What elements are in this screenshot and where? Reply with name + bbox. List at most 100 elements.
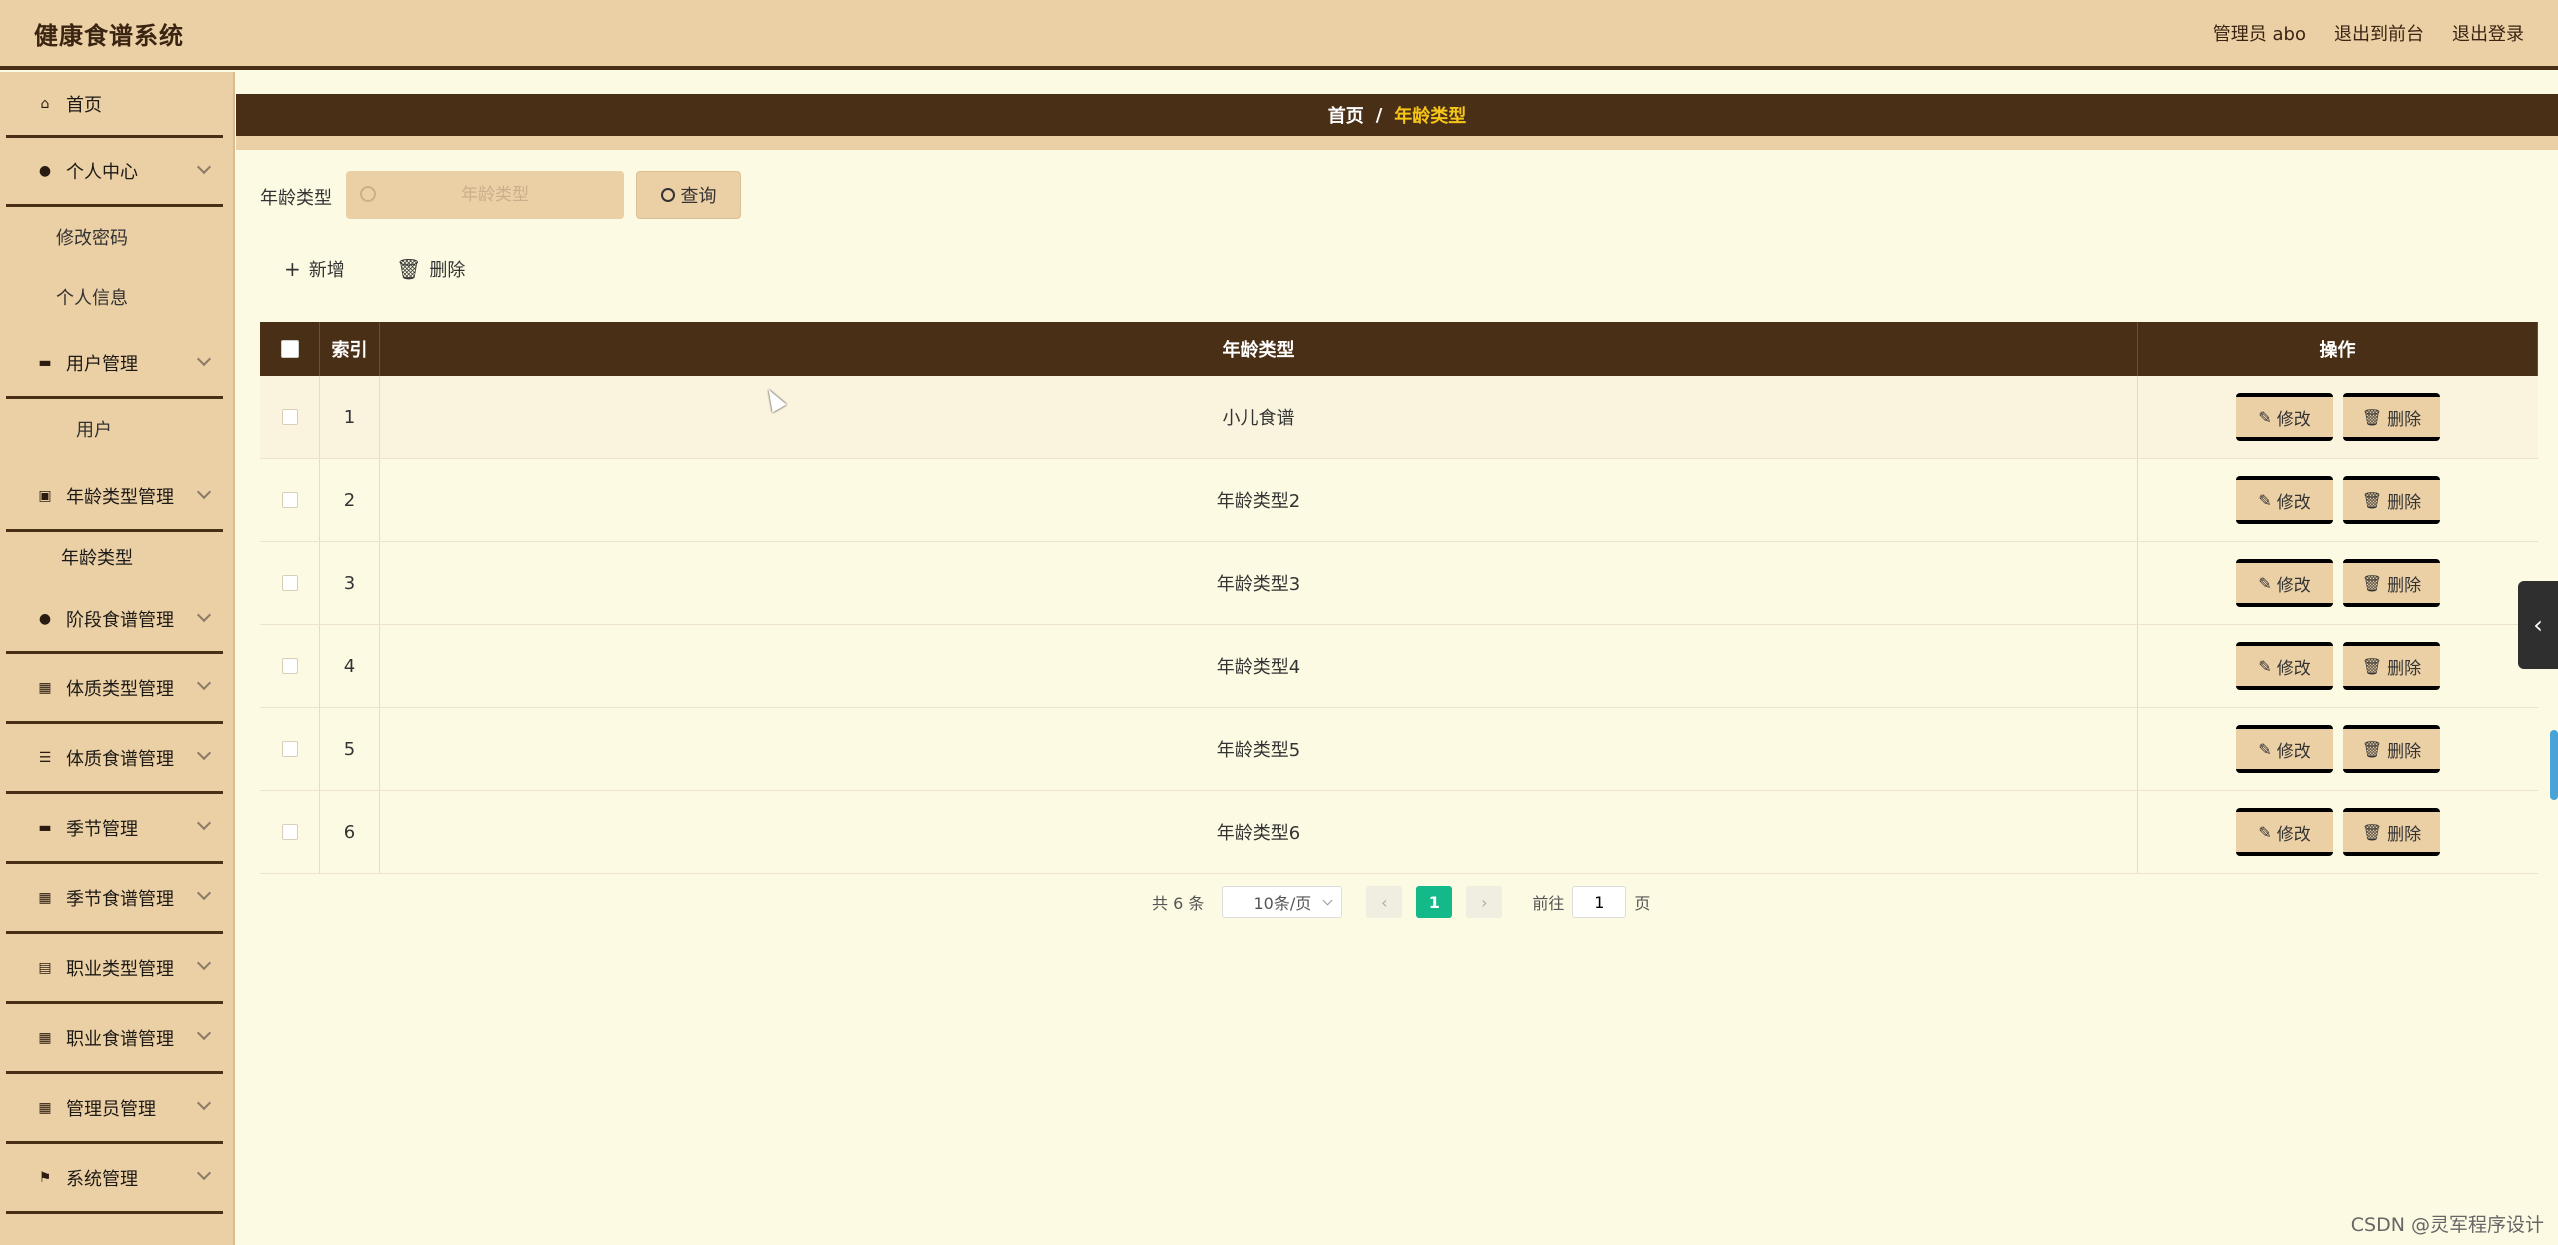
sidebar-item-home[interactable]: ⌂ 首页: [6, 72, 223, 138]
row-age-type: 年龄类型3: [380, 542, 2138, 624]
delete-button-label: 删除: [429, 260, 466, 281]
app-title: 健康食谱系统: [34, 21, 184, 50]
chevron-down-icon: [196, 745, 212, 761]
trash-icon: 🗑: [396, 257, 422, 281]
trash-icon: 🗑: [2361, 739, 2383, 759]
row-index: 5: [320, 708, 380, 790]
sidebar-item-label: 用户管理: [66, 354, 138, 375]
delete-button[interactable]: 🗑 删除: [2343, 725, 2440, 773]
trash-icon: 🗑: [2361, 656, 2383, 676]
page-size-select[interactable]: 10条/页: [1222, 886, 1343, 918]
sidebar-item-personal-center[interactable]: ● 个人中心: [6, 138, 223, 207]
chevron-left-icon: ‹: [2533, 611, 2543, 639]
row-index: 3: [320, 542, 380, 624]
trash-icon: 🗑: [2361, 822, 2383, 842]
row-age-type: 年龄类型2: [380, 459, 2138, 541]
sidebar-item-label: 体质食谱管理: [66, 748, 174, 770]
row-index: 2: [320, 459, 380, 541]
trash-icon: 🗑: [2361, 407, 2383, 427]
goto-page-input[interactable]: [1572, 886, 1627, 918]
sidebar-item-label: 管理员管理: [66, 1098, 156, 1120]
row-checkbox[interactable]: [281, 658, 298, 674]
add-button-label: 新增: [308, 260, 345, 281]
table-row: 4 年龄类型4 ✎ 修改 🗑 删除: [260, 625, 2538, 708]
row-checkbox[interactable]: [281, 575, 298, 591]
home-icon: ⌂: [40, 95, 50, 112]
sliders-icon: ☰: [38, 749, 52, 766]
search-input[interactable]: [346, 171, 624, 219]
delete-button[interactable]: 🗑 删除: [2343, 808, 2440, 856]
edit-button[interactable]: ✎ 修改: [2236, 476, 2333, 524]
sidebar-item-label: 体质类型管理: [66, 678, 174, 700]
edit-icon: ✎: [2258, 739, 2272, 759]
next-page-button[interactable]: ›: [1466, 886, 1503, 918]
front-link[interactable]: 退出到前台: [2334, 20, 2424, 46]
delete-button[interactable]: 🗑 删除: [2343, 393, 2440, 441]
sidebar-item-user-mgmt[interactable]: ▬ 用户管理: [6, 330, 223, 399]
sidebar: ⌂ 首页 ● 个人中心 修改密码 个人信息 ▬ 用户管理 用户 ▣ 年龄类型管理…: [0, 72, 235, 1245]
sidebar-item-label: 阶段食谱管理: [66, 609, 174, 631]
table-row: 5 年龄类型5 ✎ 修改 🗑 删除: [260, 708, 2538, 791]
edit-button[interactable]: ✎ 修改: [2236, 642, 2333, 690]
clipboard-icon: ▣: [38, 488, 52, 504]
sidebar-item-system-mgmt[interactable]: ⚑ 系统管理: [6, 1144, 223, 1214]
delete-button[interactable]: 🗑 删除: [2343, 559, 2440, 607]
chevron-down-icon: [196, 815, 212, 831]
grid-icon: ▦: [38, 679, 52, 696]
monitor-icon: ▬: [38, 819, 52, 836]
sidebar-item-constitution-type-mgmt[interactable]: ▦ 体质类型管理: [6, 654, 223, 724]
query-button[interactable]: 查询: [636, 171, 741, 219]
edit-button[interactable]: ✎ 修改: [2236, 808, 2333, 856]
sidebar-item-stage-recipe-mgmt[interactable]: ● 阶段食谱管理: [6, 586, 223, 654]
sidebar-item-season-recipe-mgmt[interactable]: ▦ 季节食谱管理: [6, 864, 223, 934]
logout-link[interactable]: 退出登录: [2452, 20, 2524, 46]
edit-button[interactable]: ✎ 修改: [2236, 393, 2333, 441]
grid-icon: ▦: [38, 889, 52, 906]
sidebar-item-label: 系统管理: [66, 1168, 138, 1190]
chevron-down-icon: [196, 1165, 212, 1181]
row-checkbox[interactable]: [281, 741, 298, 757]
table-row: 6 年龄类型6 ✎ 修改 🗑 删除: [260, 791, 2538, 874]
chevron-down-icon: [196, 1095, 212, 1111]
page-number-current[interactable]: 1: [1416, 886, 1453, 918]
scrollbar[interactable]: [2550, 730, 2558, 800]
trash-icon: 🗑: [2361, 490, 2383, 510]
chevron-down-icon: [196, 955, 212, 971]
chevron-down-icon: [196, 484, 212, 500]
chevron-down-icon: [196, 675, 212, 691]
sidebar-item-label: 职业类型管理: [66, 958, 174, 980]
sidebar-item-label: 年龄类型管理: [66, 487, 174, 508]
sidebar-item-label: 季节食谱管理: [66, 888, 174, 910]
edit-icon: ✎: [2258, 822, 2272, 842]
collapse-panel-button[interactable]: ‹: [2518, 581, 2558, 669]
breadcrumb-underline: [236, 136, 2558, 150]
admin-user-label: 管理员 abo: [2212, 24, 2306, 45]
row-checkbox[interactable]: [281, 824, 298, 840]
trash-icon: 🗑: [2361, 573, 2383, 593]
sidebar-item-occupation-type-mgmt[interactable]: ▤ 职业类型管理: [6, 934, 223, 1004]
edit-icon: ✎: [2258, 407, 2272, 427]
search-icon: [360, 186, 376, 202]
breadcrumb-separator: /: [1375, 104, 1383, 126]
bulk-delete-button[interactable]: 🗑 删除: [396, 256, 465, 282]
sidebar-item-season-mgmt[interactable]: ▬ 季节管理: [6, 794, 223, 864]
edit-button[interactable]: ✎ 修改: [2236, 725, 2333, 773]
table-header: 索引 年龄类型 操作: [260, 322, 2538, 376]
chat-icon: ▬: [38, 355, 52, 371]
breadcrumb-current: 年龄类型: [1394, 106, 1467, 127]
page-suffix: 页: [1634, 894, 1651, 913]
sidebar-item-admin-mgmt[interactable]: ▦ 管理员管理: [6, 1074, 223, 1144]
sidebar-item-occupation-recipe-mgmt[interactable]: ▦ 职业食谱管理: [6, 1004, 223, 1074]
row-checkbox[interactable]: [281, 492, 298, 508]
delete-button[interactable]: 🗑 删除: [2343, 642, 2440, 690]
select-all-checkbox[interactable]: [280, 340, 299, 358]
edit-button[interactable]: ✎ 修改: [2236, 559, 2333, 607]
add-button[interactable]: + 新增: [284, 256, 345, 282]
row-checkbox[interactable]: [281, 409, 298, 425]
grid-icon: ▦: [38, 1099, 52, 1116]
sidebar-item-age-type-mgmt[interactable]: ▣ 年龄类型管理: [6, 463, 223, 532]
sidebar-item-constitution-recipe-mgmt[interactable]: ☰ 体质食谱管理: [6, 724, 223, 794]
breadcrumb-home[interactable]: 首页: [1328, 102, 1364, 128]
prev-page-button[interactable]: ‹: [1366, 886, 1403, 918]
delete-button[interactable]: 🗑 删除: [2343, 476, 2440, 524]
